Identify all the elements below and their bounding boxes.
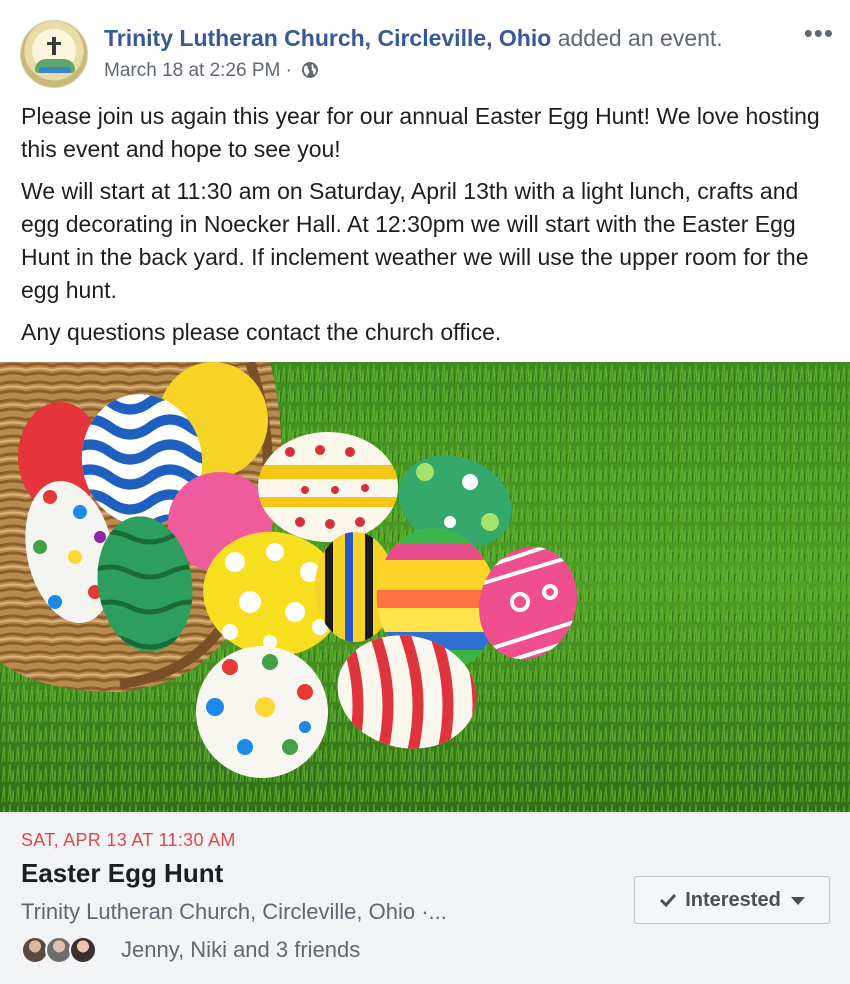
- chevron-down-icon: [790, 897, 805, 905]
- interested-label: Interested: [685, 888, 781, 911]
- friends-going-text: Jenny, Niki and 3 friends: [121, 937, 361, 962]
- event-post: Trinity Lutheran Church, Circleville, Oh…: [0, 0, 850, 984]
- post-paragraph: We will start at 11:30 am on Saturday, A…: [21, 178, 809, 303]
- post-action-text: added an event.: [557, 25, 723, 51]
- meta-separator: ·: [285, 60, 292, 81]
- event-location: Trinity Lutheran Church, Circleville, Oh…: [21, 899, 447, 924]
- friend-avatar[interactable]: [69, 936, 97, 964]
- event-card[interactable]: SAT, APR 13 AT 11:30 AM Easter Egg Hunt …: [0, 812, 850, 984]
- event-date: SAT, APR 13 AT 11:30 AM: [21, 830, 236, 850]
- post-author-line: Trinity Lutheran Church, Circleville, Oh…: [104, 24, 723, 52]
- post-paragraph: Any questions please contact the church …: [21, 319, 502, 345]
- post-paragraph: Please join us again this year for our a…: [21, 103, 820, 162]
- post-header: Trinity Lutheran Church, Circleville, Oh…: [0, 0, 850, 100]
- post-meta: March 18 at 2:26 PM ·: [104, 58, 319, 84]
- page-name-link[interactable]: Trinity Lutheran Church, Circleville, Oh…: [104, 25, 551, 51]
- globe-icon[interactable]: [301, 61, 319, 79]
- cross-icon: [52, 37, 56, 55]
- page-avatar[interactable]: [20, 20, 88, 88]
- post-text: Please join us again this year for our a…: [21, 100, 831, 358]
- event-cover-photo[interactable]: [0, 362, 850, 812]
- interested-button[interactable]: Interested: [634, 876, 830, 924]
- checkmark-icon: [660, 893, 677, 908]
- event-title[interactable]: Easter Egg Hunt: [21, 856, 223, 890]
- post-timestamp[interactable]: March 18 at 2:26 PM: [104, 60, 280, 81]
- more-options-icon[interactable]: •••: [804, 18, 834, 48]
